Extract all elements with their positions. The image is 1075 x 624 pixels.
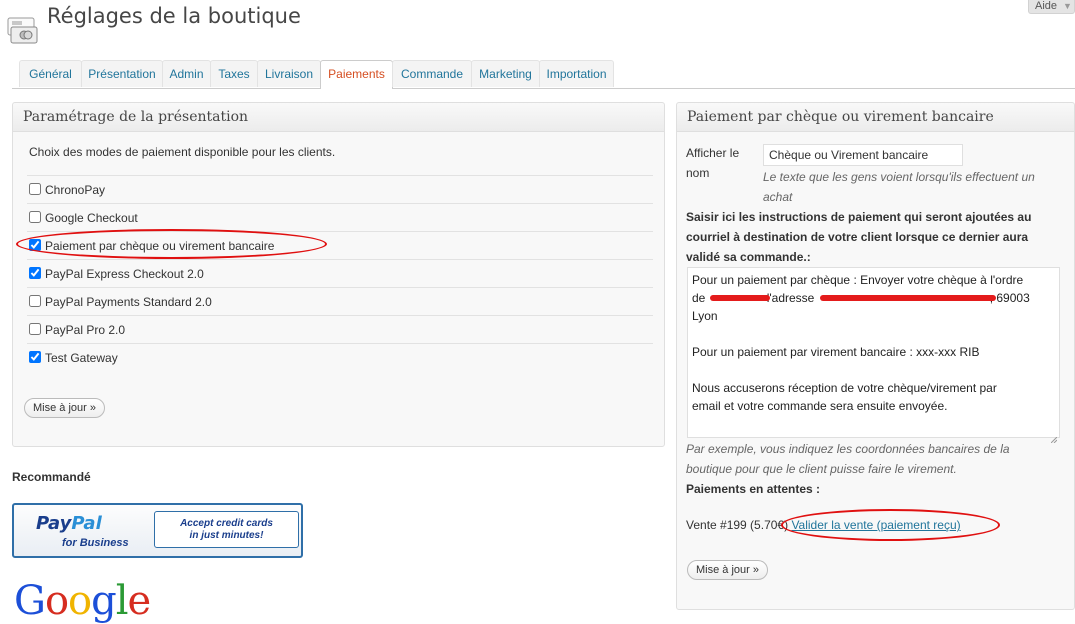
text-line: Pour un paiement par chèque : Envoyer vo… <box>692 273 1024 287</box>
checkbox-paypal-standard[interactable] <box>29 295 41 307</box>
checkbox-chronopay[interactable] <box>29 183 41 195</box>
update-button[interactable]: Mise à jour » <box>24 398 105 418</box>
option-label: ChronoPay <box>45 183 106 197</box>
paypal-logo: PayPal <box>36 513 102 534</box>
payment-methods-panel: Paramétrage de la présentation Choix des… <box>12 102 665 447</box>
instructions-label-line: courriel à destination de votre client l… <box>686 230 1029 244</box>
tab-admin[interactable]: Admin <box>162 60 211 87</box>
update-button[interactable]: Mise à jour » <box>687 560 768 580</box>
display-name-label-line: Afficher le <box>686 146 740 160</box>
instructions-label: Saisir ici les instructions de paiement … <box>686 207 1031 267</box>
annotation-ellipse <box>16 229 327 259</box>
hint-line: Par exemple, vous indiquez les coordonné… <box>686 442 1010 456</box>
option-chronopay[interactable]: ChronoPay <box>27 175 653 203</box>
text-line: de l'adresse , 69003 <box>692 289 1055 307</box>
checkbox-paypal-pro[interactable] <box>29 323 41 335</box>
text-fragment: de <box>692 291 706 305</box>
instructions-label-line: Saisir ici les instructions de paiement … <box>686 210 1032 224</box>
tab-general[interactable]: Général <box>19 60 82 87</box>
text-line: Nous accuserons réception de votre chèqu… <box>692 381 997 395</box>
google-logo-letter: g <box>91 578 117 624</box>
tab-livraison[interactable]: Livraison <box>257 60 321 87</box>
google-logo-letter: o <box>44 578 69 624</box>
paypal-logo-pay: Pay <box>36 513 72 534</box>
paypal-tagline: Accept credit cards in just minutes! <box>154 511 299 548</box>
display-name-hint: Le texte que les gens voient lorsqu'ils … <box>763 167 1035 207</box>
resize-handle-icon[interactable] <box>1050 430 1058 444</box>
text-line: Pour un paiement par virement bancaire :… <box>692 345 980 359</box>
option-label: PayPal Payments Standard 2.0 <box>45 295 212 309</box>
tab-paiements[interactable]: Paiements <box>320 60 393 89</box>
option-paypal-pro[interactable]: PayPal Pro 2.0 <box>27 315 653 343</box>
google-logo-letter: o <box>68 578 92 624</box>
option-test-gateway[interactable]: Test Gateway <box>27 343 653 371</box>
hint-line: achat <box>763 190 793 204</box>
checkbox-test-gateway[interactable] <box>29 351 41 363</box>
text-line: Lyon <box>692 309 718 323</box>
intro-text: Choix des modes de paiement disponible p… <box>29 145 336 159</box>
display-name-input[interactable] <box>763 144 963 166</box>
option-label: PayPal Pro 2.0 <box>45 323 126 337</box>
panel-title: Paramétrage de la présentation <box>13 103 664 132</box>
google-logo-letter: l <box>115 578 129 624</box>
hint-line: Le texte que les gens voient lorsqu'ils … <box>763 170 1035 184</box>
display-name-label-line: nom <box>686 166 710 180</box>
instructions-textarea[interactable]: Pour un paiement par chèque : Envoyer vo… <box>687 267 1060 444</box>
checkbox-paypal-express[interactable] <box>29 267 41 279</box>
panel-title: Paiement par chèque ou virement bancaire <box>677 103 1074 132</box>
paypal-sub: for Business <box>62 537 129 549</box>
tagline-line: Accept credit cards <box>180 518 273 529</box>
annotation-ellipse <box>781 509 1000 541</box>
tab-taxes[interactable]: Taxes <box>210 60 258 87</box>
paypal-business-banner[interactable]: PayPal for Business Accept credit cards … <box>12 503 303 558</box>
instructions-label-line: validé sa commande.: <box>686 250 811 264</box>
redaction-mark <box>820 295 996 301</box>
help-label: Aide <box>1035 0 1058 12</box>
example-hint: Par exemple, vous indiquez les coordonné… <box>686 439 1010 479</box>
tab-presentation[interactable]: Présentation <box>81 60 163 87</box>
redaction-mark <box>710 295 770 301</box>
checkbox-google-checkout[interactable] <box>29 211 41 223</box>
option-label: PayPal Express Checkout 2.0 <box>45 267 204 281</box>
shop-settings-icon <box>7 17 38 45</box>
text-line: email et votre commande sera ensuite env… <box>692 399 948 413</box>
settings-tabs: Général Présentation Admin Taxes Livrais… <box>12 59 1075 89</box>
paypal-logo-pal: Pal <box>71 513 102 534</box>
page-title: Réglages de la boutique <box>47 4 301 28</box>
help-button[interactable]: Aide ▼ <box>1028 0 1075 14</box>
option-paypal-standard[interactable]: PayPal Payments Standard 2.0 <box>27 287 653 315</box>
option-google-checkout[interactable]: Google Checkout <box>27 203 653 231</box>
option-label: Google Checkout <box>45 211 138 225</box>
tab-marketing[interactable]: Marketing <box>471 60 540 87</box>
hint-line: boutique pour que le client puisse faire… <box>686 462 957 476</box>
google-logo[interactable]: Google <box>14 578 152 624</box>
text-fragment: l'adresse <box>766 291 815 305</box>
pending-label: Paiements en attentes : <box>686 482 821 496</box>
tab-commande[interactable]: Commande <box>392 60 472 87</box>
option-label: Test Gateway <box>45 351 118 365</box>
tagline-line: in just minutes! <box>189 530 264 541</box>
pending-sale: Vente #199 (5.70€) <box>686 518 789 532</box>
google-logo-letter: G <box>14 578 46 624</box>
google-logo-letter: e <box>127 578 152 624</box>
recommended-title: Recommandé <box>12 470 91 484</box>
tab-importation[interactable]: Importation <box>539 60 614 87</box>
chevron-down-icon: ▼ <box>1063 1 1072 11</box>
option-paypal-express[interactable]: PayPal Express Checkout 2.0 <box>27 259 653 287</box>
display-name-label: Afficher le nom <box>686 143 739 183</box>
